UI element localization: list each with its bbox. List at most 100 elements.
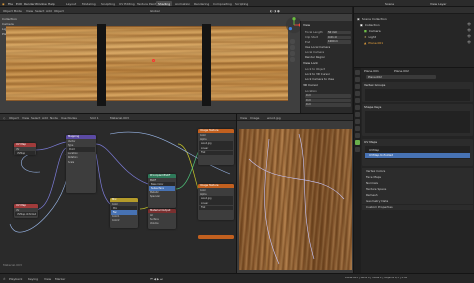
scene-selector[interactable]: Scene — [385, 2, 394, 6]
image-selector[interactable]: wood.jpg — [267, 116, 281, 120]
camera-view-icon[interactable] — [290, 51, 295, 56]
outliner-scene-collection[interactable]: ▣ Scene Collection — [357, 16, 387, 21]
image-menu-view[interactable]: View — [240, 116, 247, 120]
remesh-panel-header[interactable]: Remesh — [362, 192, 473, 198]
view-section-header[interactable]: View — [303, 24, 310, 27]
timeline-menu-keying[interactable]: Keying — [28, 277, 38, 281]
cursor-z-field[interactable]: 0 m — [305, 103, 351, 107]
geometry-data-panel-header[interactable]: Geometry Data — [362, 198, 473, 205]
eye-icon[interactable]: 👁 — [467, 40, 471, 44]
eye-icon[interactable]: 👁 — [467, 34, 471, 38]
output-tab-icon[interactable] — [355, 84, 360, 89]
viewport-menu-add[interactable]: Add — [46, 9, 52, 13]
use-local-camera-checkbox[interactable]: Use Local Camera — [305, 46, 330, 49]
image-menu-image[interactable]: Image — [250, 116, 259, 120]
custom-properties-panel-header[interactable]: Custom Properties — [362, 204, 473, 211]
mesh-datablock-field[interactable]: Plane.002 — [366, 75, 436, 79]
node-field[interactable]: UVMap.Unfolded — [15, 212, 37, 217]
particles-tab-icon[interactable] — [355, 126, 360, 131]
tab-compositing[interactable]: Compositing — [211, 1, 234, 6]
outliner-row-light[interactable]: ✶ Light — [364, 34, 376, 39]
tab-layout[interactable]: Layout — [64, 1, 78, 6]
tab-rendering[interactable]: Rendering — [192, 1, 211, 6]
node-socket[interactable]: Scale — [66, 160, 96, 164]
3d-cursor-section-header[interactable]: 3D Cursor — [303, 84, 318, 87]
node-principled-bsdf[interactable]: Principled BSDF BSDF Base Color Subsurfa… — [148, 174, 176, 208]
menu-render[interactable]: Render — [24, 2, 35, 6]
node-uv-map[interactable]: UV Map UV UVMap — [14, 143, 36, 156]
node-field[interactable]: Linear — [199, 201, 233, 206]
viewport-menu-view[interactable]: View — [26, 9, 33, 13]
properties-editor[interactable]: Plane.001 Plane.002 Plane.002 Vertex Gro… — [353, 67, 474, 274]
shape-keys-header[interactable]: Shape Keys — [362, 104, 473, 110]
outliner-row-plane[interactable]: ▲ Plane.001 — [364, 40, 383, 45]
clip-end-field[interactable]: 1000 m — [327, 40, 351, 44]
image-editor[interactable]: View Image wood.jpg — [236, 113, 353, 273]
vertex-groups-header[interactable]: Vertex Groups — [362, 82, 473, 88]
fence-post-right[interactable] — [202, 24, 211, 106]
ortho-toggle-icon[interactable] — [290, 57, 295, 62]
pan-icon[interactable] — [290, 45, 295, 50]
tab-uv-editing[interactable]: UV Editing — [117, 1, 137, 6]
node-field[interactable]: Linear — [199, 146, 233, 151]
object-tab-icon[interactable] — [355, 112, 360, 117]
menu-help[interactable]: Help — [48, 2, 55, 6]
node-socket[interactable]: Color2 — [110, 219, 138, 223]
node-image-field[interactable]: wood.jpg — [199, 196, 233, 201]
world-tab-icon[interactable] — [355, 105, 360, 110]
zoom-icon[interactable] — [290, 39, 295, 44]
lock-camera-to-view-checkbox[interactable]: Lock Camera to View — [305, 78, 334, 81]
node-mapping[interactable]: Mapping Vector Type Point Location Rotat… — [66, 135, 96, 193]
cursor-y-field[interactable]: 0 m — [305, 98, 351, 103]
physics-tab-icon[interactable] — [355, 133, 360, 138]
node-field[interactable]: Flat — [199, 150, 233, 155]
tab-animation[interactable]: Animation — [173, 1, 192, 6]
render-region-checkbox[interactable]: Render Region — [305, 56, 325, 59]
vertex-groups-list[interactable] — [365, 89, 470, 101]
uv-maps-header[interactable]: UV Maps — [362, 139, 473, 145]
render-tab-icon[interactable] — [355, 77, 360, 82]
outliner-row-collection[interactable]: ▣ Collection — [360, 22, 380, 27]
node-socket[interactable]: Volume — [148, 221, 176, 225]
node-collapsed[interactable] — [198, 235, 234, 239]
timeline-menu-playback[interactable]: Playback — [9, 277, 22, 281]
timeline-menu-view[interactable]: View — [44, 277, 51, 281]
outliner-row-camera[interactable]: ■ Camera — [364, 28, 381, 33]
eye-icon[interactable]: 👁 — [467, 28, 471, 32]
wood-plank-mesh[interactable] — [6, 26, 288, 101]
shading-modes-icon[interactable]: ◐ ◑ ● — [270, 9, 280, 13]
tool-tab-icon[interactable] — [355, 70, 360, 75]
modifier-tab-icon[interactable] — [355, 119, 360, 124]
node-field[interactable]: Flat — [199, 205, 233, 210]
tab-shading[interactable]: Shading — [156, 1, 173, 6]
blender-logo-icon[interactable]: ◉ — [2, 2, 5, 6]
material-tab-icon[interactable] — [355, 147, 360, 152]
viewport-menu-object[interactable]: Object — [54, 9, 64, 13]
node-mix-rgb[interactable]: Mix Color Mix Fac Color1 Color2 — [110, 198, 138, 228]
timeline-editor-icon[interactable]: ⏱ — [3, 277, 5, 281]
uv-maps-list[interactable]: UVMap UVMap.Unfolded — [365, 146, 470, 160]
timeline-menu-marker[interactable]: Marker — [55, 277, 65, 281]
shader-node-editor[interactable]: ◇ Object View Select Add Node Use Nodes … — [0, 113, 236, 273]
cursor-x-field[interactable]: 0 m — [305, 94, 351, 98]
playback-controls-icon[interactable]: ⏮ ◀ ▶ ⏭ — [150, 277, 163, 281]
normals-panel-header[interactable]: Normals — [362, 180, 473, 186]
3d-viewport[interactable]: Object Mode View Select Add Object Globa… — [0, 7, 352, 113]
fence-post-left[interactable] — [97, 24, 106, 106]
viewport-menu-select[interactable]: Select — [35, 9, 44, 13]
outliner-panel[interactable]: ▣ Scene Collection ▣ Collection ■ Camera… — [353, 7, 474, 67]
view-lock-section-header[interactable]: View Lock — [303, 62, 318, 65]
view-layer-tab-icon[interactable] — [355, 91, 360, 96]
node-socket[interactable]: Specular — [148, 195, 176, 199]
menu-edit[interactable]: Edit — [16, 2, 22, 6]
tab-modeling[interactable]: Modeling — [80, 1, 98, 6]
face-maps-panel-header[interactable]: Face Maps — [362, 174, 473, 180]
uv-map-item-selected[interactable]: UVMap.Unfolded — [365, 152, 470, 159]
node-image-texture[interactable]: Image Texture Color Alpha wood.jpg Linea… — [198, 184, 234, 220]
lock-to-3d-cursor-checkbox[interactable]: Lock to 3D Cursor — [305, 73, 330, 76]
mode-selector[interactable]: Object Mode — [3, 9, 22, 13]
view-layer-selector[interactable]: View Layer — [430, 2, 446, 6]
focal-length-field[interactable]: 50 mm — [327, 30, 351, 35]
clip-start-field[interactable]: 0.01 m — [327, 35, 351, 40]
eye-icon[interactable]: 👁 — [467, 22, 471, 26]
